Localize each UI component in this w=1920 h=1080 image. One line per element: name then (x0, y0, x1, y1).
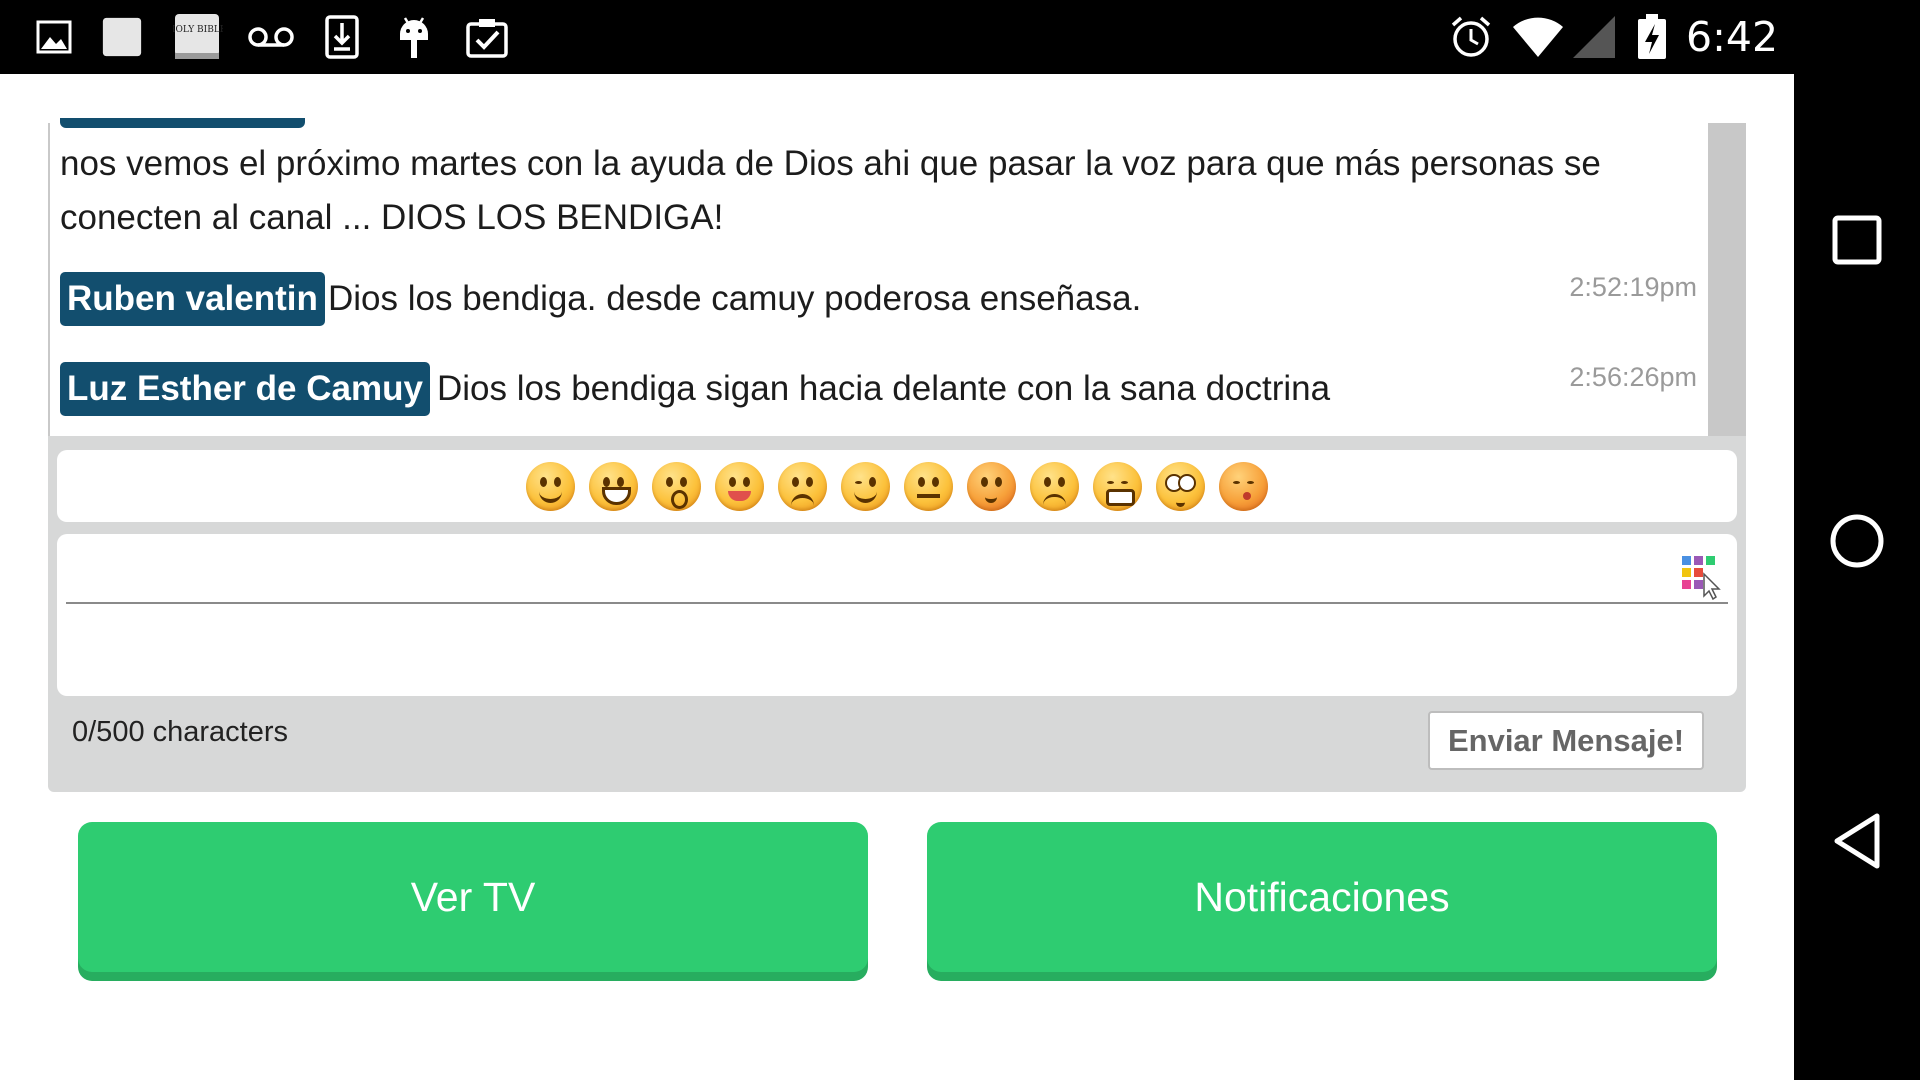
chat-message-time: 2:56:26pm (1569, 362, 1697, 392)
cell-signal-icon (1570, 14, 1616, 60)
smile-emoji-icon[interactable] (526, 461, 575, 511)
chat-scrollbar[interactable] (1708, 123, 1746, 436)
back-button[interactable] (1822, 806, 1892, 876)
watch-tv-button[interactable]: Ver TV (78, 822, 868, 972)
notifications-button[interactable]: Notificaciones (927, 822, 1717, 972)
chat-message-text: Dios los bendiga sigan hacia delante con… (437, 369, 1331, 408)
blush-emoji-icon[interactable] (967, 461, 1016, 511)
chat-message-author[interactable]: Luz Esther de Camuy (60, 362, 430, 416)
emoji-picker-icon[interactable] (1680, 554, 1726, 601)
clipboard-check-icon (464, 14, 510, 60)
grin-emoji-icon[interactable] (589, 461, 638, 511)
neutral-emoji-icon[interactable] (904, 461, 953, 511)
battery-charging-icon (1632, 14, 1672, 60)
message-input[interactable] (70, 552, 1664, 600)
wifi-icon (1512, 14, 1564, 60)
sad-emoji-icon[interactable] (1030, 461, 1079, 511)
bible-title-text: HOLY BIBLE (173, 25, 223, 35)
chat-message-text: Dios los bendiga. desde camuy poderosa e… (328, 279, 1142, 318)
blank-square-icon (102, 14, 142, 60)
home-button[interactable] (1822, 506, 1892, 576)
android-icon (394, 14, 434, 60)
navigation-bar (1794, 74, 1920, 1080)
square-icon (1832, 215, 1882, 265)
surprised-emoji-icon[interactable] (652, 461, 701, 511)
chat-message-author[interactable]: Ruben valentin (60, 272, 325, 326)
tongue-emoji-icon[interactable] (715, 461, 764, 511)
crying-emoji-icon[interactable] (1093, 461, 1142, 511)
chat-message-time: 2:52:19pm (1569, 272, 1697, 302)
kiss-emoji-icon[interactable] (1219, 461, 1268, 511)
recent-apps-button[interactable] (1822, 205, 1892, 275)
alarm-icon (1448, 14, 1494, 60)
back-triangle-icon (1834, 813, 1880, 869)
emoji-bar (57, 450, 1737, 522)
download-icon (322, 14, 362, 60)
dizzy-emoji-icon[interactable] (1156, 461, 1205, 511)
previous-author-tag (60, 118, 305, 128)
input-underline (66, 602, 1728, 604)
wink-emoji-icon[interactable] (841, 461, 890, 511)
image-icon (34, 14, 74, 60)
status-bar: HOLY BIBLE 6:42 (0, 0, 1920, 74)
frown-emoji-icon[interactable] (778, 461, 827, 511)
voicemail-icon (246, 14, 296, 60)
clock-time: 6:42 (1686, 13, 1779, 61)
send-message-button[interactable]: Enviar Mensaje! (1428, 711, 1704, 770)
holy-bible-icon: HOLY BIBLE (172, 14, 224, 60)
chat-message-text: nos vemos el próximo martes con la ayuda… (60, 144, 1601, 237)
circle-icon (1830, 514, 1884, 568)
character-counter: 0/500 characters (72, 716, 289, 748)
